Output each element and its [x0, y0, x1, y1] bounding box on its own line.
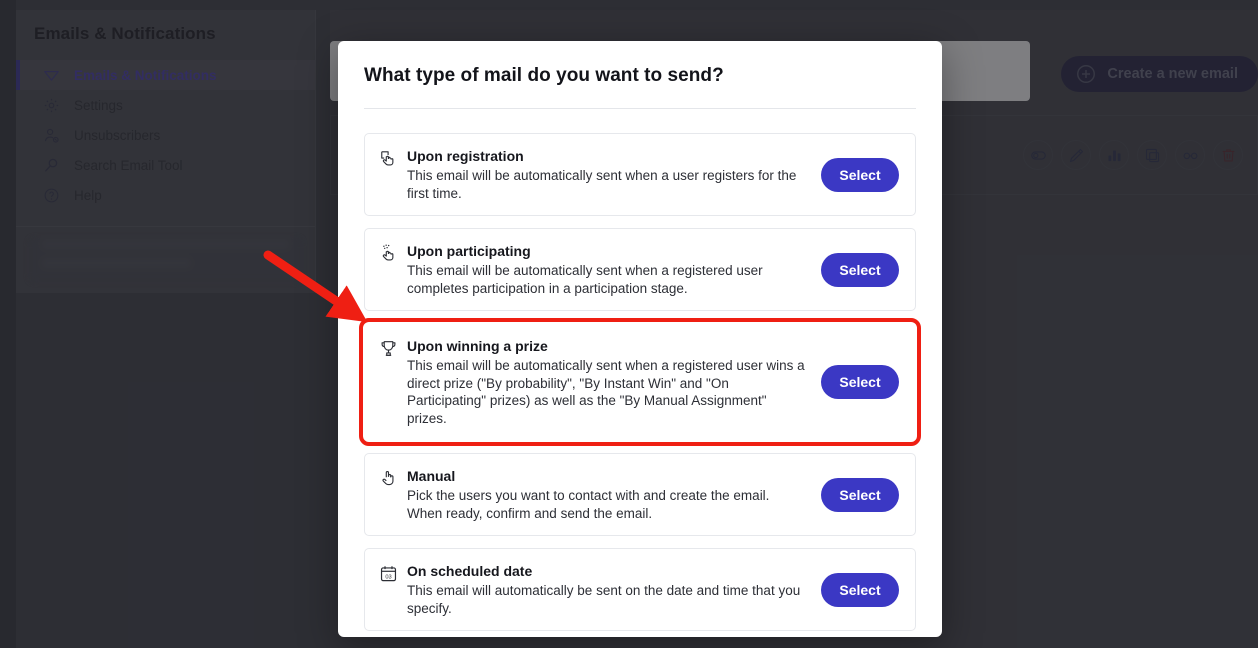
- option-description: This email will be automatically sent wh…: [407, 263, 763, 296]
- calendar-icon: 03: [379, 564, 403, 583]
- hand-pointer-box-icon: [379, 149, 403, 168]
- option-manual[interactable]: Manual Pick the users you want to contac…: [364, 453, 916, 536]
- option-name: Upon registration: [407, 148, 524, 164]
- trophy-icon: [379, 339, 403, 358]
- option-upon-registration[interactable]: Upon registration This email will be aut…: [364, 133, 916, 216]
- option-name: Upon participating: [407, 243, 531, 259]
- option-name: On scheduled date: [407, 563, 533, 579]
- option-description: This email will be automatically sent wh…: [407, 358, 805, 426]
- modal-divider: [364, 108, 916, 109]
- hand-tap-icon: [379, 244, 403, 263]
- select-button[interactable]: Select: [821, 365, 899, 399]
- select-button[interactable]: Select: [821, 572, 899, 607]
- option-text: On scheduled date This email will automa…: [403, 562, 821, 617]
- option-text: Manual Pick the users you want to contac…: [403, 467, 821, 522]
- option-upon-participating[interactable]: Upon participating This email will be au…: [364, 228, 916, 311]
- svg-text:03: 03: [385, 574, 391, 580]
- option-text: Upon registration This email will be aut…: [403, 147, 821, 202]
- select-button[interactable]: Select: [821, 477, 899, 512]
- option-description: This email will automatically be sent on…: [407, 583, 801, 616]
- modal-title: What type of mail do you want to send?: [364, 65, 724, 86]
- option-text: Upon participating This email will be au…: [403, 242, 821, 297]
- option-description: This email will be automatically sent wh…: [407, 168, 797, 201]
- option-name: Upon winning a prize: [407, 338, 548, 354]
- hand-icon: [379, 469, 403, 488]
- select-button[interactable]: Select: [821, 157, 899, 192]
- mail-type-modal: What type of mail do you want to send? U…: [338, 41, 942, 637]
- option-text: Upon winning a prize This email will be …: [403, 337, 821, 427]
- option-description: Pick the users you want to contact with …: [407, 488, 770, 521]
- option-name: Manual: [407, 468, 456, 484]
- option-on-scheduled-date[interactable]: 03 On scheduled date This email will aut…: [364, 548, 916, 631]
- option-upon-winning-a-prize[interactable]: Upon winning a prize This email will be …: [359, 318, 921, 446]
- select-button[interactable]: Select: [821, 252, 899, 287]
- mail-type-options: Upon registration This email will be aut…: [359, 133, 921, 631]
